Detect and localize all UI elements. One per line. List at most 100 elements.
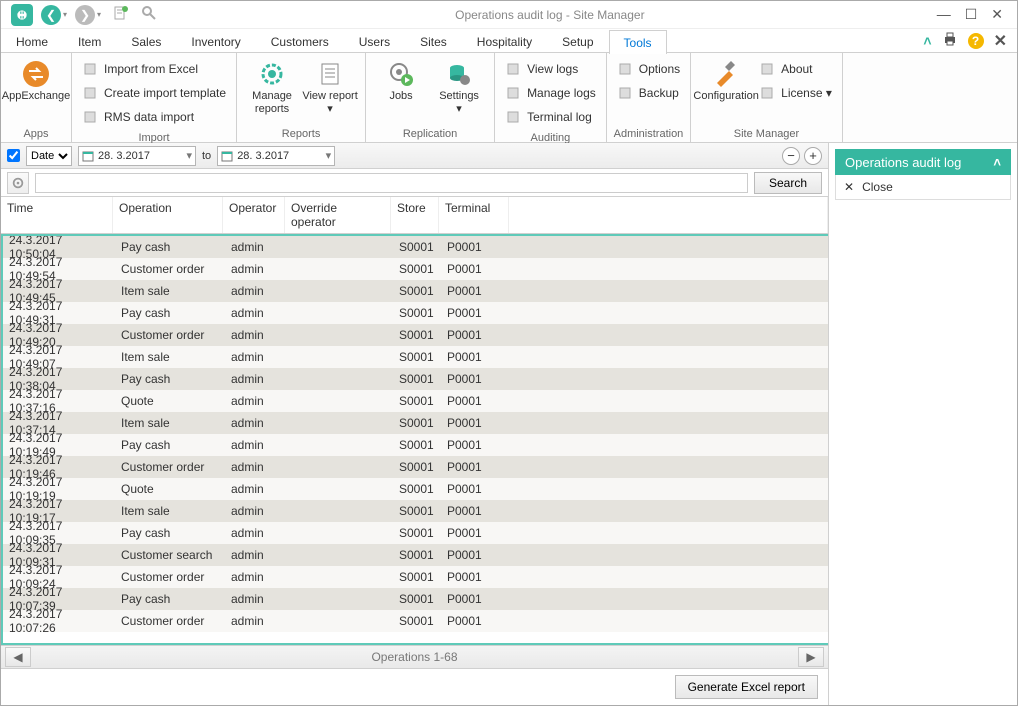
- settings-button[interactable]: Settings ▾: [430, 56, 488, 117]
- table-row[interactable]: 24.3.2017 10:07:26Customer orderadminS00…: [3, 610, 828, 632]
- options[interactable]: Options: [617, 58, 680, 80]
- col-operator[interactable]: Operator: [223, 197, 285, 233]
- menu-sales[interactable]: Sales: [116, 29, 176, 53]
- table-row[interactable]: 24.3.2017 10:49:07Item saleadminS0001P00…: [3, 346, 828, 368]
- menu-hospitality[interactable]: Hospitality: [462, 29, 547, 53]
- table-row[interactable]: 24.3.2017 10:19:46Customer orderadminS00…: [3, 456, 828, 478]
- table-row[interactable]: 24.3.2017 10:37:14Item saleadminS0001P00…: [3, 412, 828, 434]
- table-row[interactable]: 24.3.2017 10:50:04Pay cashadminS0001P000…: [3, 236, 828, 258]
- view-report[interactable]: View report ▾: [301, 56, 359, 117]
- collapse-ribbon-icon[interactable]: ˄: [923, 33, 931, 49]
- cell-operator: admin: [225, 416, 287, 430]
- page-prev-button[interactable]: ◀: [5, 647, 31, 667]
- table-row[interactable]: 24.3.2017 10:19:19QuoteadminS0001P0001: [3, 478, 828, 500]
- cell-store: S0001: [393, 416, 441, 430]
- chevron-up-icon[interactable]: ˄: [993, 155, 1001, 170]
- menu-item[interactable]: Item: [63, 29, 116, 53]
- table-row[interactable]: 24.3.2017 10:49:20Customer orderadminS00…: [3, 324, 828, 346]
- manage-logs[interactable]: Manage logs: [505, 82, 596, 104]
- close-tab-icon[interactable]: ✕: [994, 31, 1007, 51]
- cell-store: S0001: [393, 482, 441, 496]
- close-button[interactable]: ✕: [991, 6, 1003, 23]
- search-icon[interactable]: [141, 5, 157, 24]
- col-operation[interactable]: Operation: [113, 197, 223, 233]
- cell-store: S0001: [393, 438, 441, 452]
- menu-home[interactable]: Home: [1, 29, 63, 53]
- minimize-button[interactable]: —: [937, 6, 951, 23]
- table-row[interactable]: 24.3.2017 10:09:35Pay cashadminS0001P000…: [3, 522, 828, 544]
- date-to-field[interactable]: 28. 3.2017 ▾: [217, 146, 335, 166]
- blank-icon: [759, 61, 775, 77]
- cell-operator: admin: [225, 262, 287, 276]
- menu-sites[interactable]: Sites: [405, 29, 462, 53]
- col-time[interactable]: Time: [1, 197, 113, 233]
- backup[interactable]: Backup: [617, 82, 680, 104]
- terminal-log[interactable]: Terminal log: [505, 106, 596, 128]
- table-row[interactable]: 24.3.2017 10:37:16QuoteadminS0001P0001: [3, 390, 828, 412]
- side-close-row[interactable]: ✕ Close: [835, 175, 1011, 200]
- side-card-header[interactable]: Operations audit log ˄: [835, 149, 1011, 175]
- filter-enable-checkbox[interactable]: [7, 149, 20, 162]
- view-logs[interactable]: View logs: [505, 58, 596, 80]
- rms-data-import[interactable]: RMS data import: [82, 106, 226, 128]
- table-row[interactable]: 24.3.2017 10:07:39Pay cashadminS0001P000…: [3, 588, 828, 610]
- table-row[interactable]: 24.3.2017 10:09:31Customer searchadminS0…: [3, 544, 828, 566]
- add-filter-button[interactable]: +: [804, 147, 822, 165]
- create-import-template[interactable]: Create import template: [82, 82, 226, 104]
- filter-field-select[interactable]: Date: [26, 146, 72, 166]
- menu-setup[interactable]: Setup: [547, 29, 608, 53]
- col-store[interactable]: Store: [391, 197, 439, 233]
- wrench-icon: [710, 58, 742, 90]
- app-logo-icon: [11, 4, 33, 26]
- view-logs-label: View logs: [527, 62, 578, 76]
- notes-icon[interactable]: [113, 5, 129, 24]
- page-next-button[interactable]: ▶: [798, 647, 824, 667]
- license[interactable]: License ▾: [759, 82, 832, 104]
- menu-users[interactable]: Users: [344, 29, 405, 53]
- search-input[interactable]: [35, 173, 748, 193]
- table-row[interactable]: 24.3.2017 10:49:31Pay cashadminS0001P000…: [3, 302, 828, 324]
- about[interactable]: About: [759, 58, 832, 80]
- maximize-button[interactable]: ☐: [965, 6, 978, 23]
- cell-operation: Item sale: [115, 416, 225, 430]
- cell-terminal: P0001: [441, 438, 511, 452]
- nav-back-dropdown[interactable]: ▾: [63, 10, 73, 19]
- help-icon[interactable]: ?: [968, 33, 984, 49]
- col-terminal[interactable]: Terminal: [439, 197, 509, 233]
- manage-reports[interactable]: Manage reports: [243, 56, 301, 117]
- nav-forward-button[interactable]: ❯: [75, 5, 95, 25]
- configuration[interactable]: Configuration: [697, 56, 755, 105]
- generate-excel-button[interactable]: Generate Excel report: [675, 675, 818, 699]
- remove-filter-button[interactable]: −: [782, 147, 800, 165]
- col-override[interactable]: Override operator: [285, 197, 391, 233]
- search-settings-button[interactable]: [7, 172, 29, 194]
- cell-operation: Pay cash: [115, 526, 225, 540]
- print-icon[interactable]: [942, 31, 958, 50]
- cell-store: S0001: [393, 240, 441, 254]
- cell-operator: admin: [225, 460, 287, 474]
- jobs-button[interactable]: Jobs: [372, 56, 430, 105]
- filter-to-label: to: [202, 150, 211, 162]
- cell-terminal: P0001: [441, 592, 511, 606]
- table-row[interactable]: 24.3.2017 10:19:49Pay cashadminS0001P000…: [3, 434, 828, 456]
- menu-inventory[interactable]: Inventory: [176, 29, 255, 53]
- template-icon: [82, 85, 98, 101]
- options-icon: [617, 61, 633, 77]
- cell-operator: admin: [225, 482, 287, 496]
- table-row[interactable]: 24.3.2017 10:49:54Customer orderadminS00…: [3, 258, 828, 280]
- menu-tools[interactable]: Tools: [609, 30, 667, 54]
- table-row[interactable]: 24.3.2017 10:49:45Item saleadminS0001P00…: [3, 280, 828, 302]
- nav-forward-dropdown[interactable]: ▾: [97, 10, 107, 19]
- grid-body[interactable]: 24.3.2017 10:50:04Pay cashadminS0001P000…: [1, 234, 828, 645]
- appexchange-button[interactable]: AppExchange: [7, 56, 65, 105]
- table-row[interactable]: 24.3.2017 10:09:24Customer orderadminS00…: [3, 566, 828, 588]
- terminal-log-label: Terminal log: [527, 110, 592, 124]
- table-row[interactable]: 24.3.2017 10:19:17Item saleadminS0001P00…: [3, 500, 828, 522]
- nav-back-button[interactable]: ❮: [41, 5, 61, 25]
- import-from-excel[interactable]: Import from Excel: [82, 58, 226, 80]
- date-from-field[interactable]: 28. 3.2017 ▾: [78, 146, 196, 166]
- search-button[interactable]: Search: [754, 172, 822, 194]
- menu-customers[interactable]: Customers: [256, 29, 344, 53]
- cell-terminal: P0001: [441, 284, 511, 298]
- table-row[interactable]: 24.3.2017 10:38:04Pay cashadminS0001P000…: [3, 368, 828, 390]
